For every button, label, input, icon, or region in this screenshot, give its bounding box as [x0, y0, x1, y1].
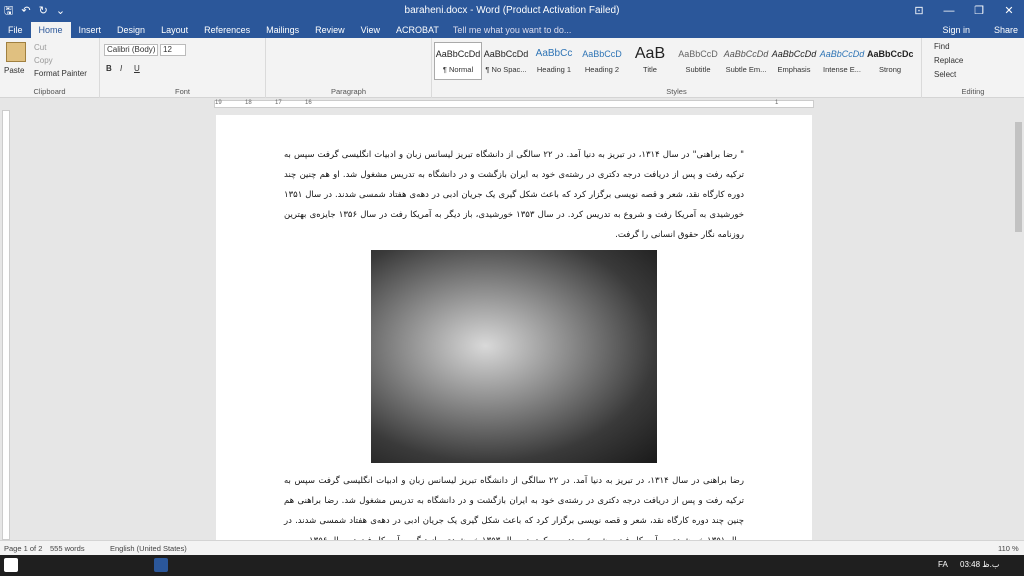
ruler-track: 19 18 17 16 1	[214, 100, 814, 108]
underline-button[interactable]: U	[134, 64, 140, 73]
style-no-spacing[interactable]: AaBbCcDd ¶ No Spac...	[482, 42, 530, 80]
document-page[interactable]: " رضا براهنی" در سال ۱۳۱۴، در تبریز به د…	[216, 115, 812, 540]
font-group: Calibri (Body) 12 B I U Font	[100, 38, 266, 98]
bold-button[interactable]: B	[106, 64, 112, 73]
word-taskbar-icon[interactable]	[154, 558, 168, 572]
vertical-scrollbar[interactable]	[1012, 110, 1024, 540]
ruler-tick: 19	[215, 100, 222, 106]
clipboard-label: Clipboard	[33, 87, 66, 96]
tab-home[interactable]: Home	[30, 22, 71, 38]
tab-file[interactable]: File	[0, 22, 31, 38]
share-button[interactable]: Share	[994, 22, 1018, 38]
font-label: Font	[174, 87, 190, 96]
window-controls: ⊡ — ❐ ✕	[904, 0, 1024, 22]
paste-button[interactable]: Paste	[4, 66, 24, 75]
find-button[interactable]: Find	[934, 42, 950, 51]
tab-layout[interactable]: Layout	[153, 22, 196, 38]
font-size-box[interactable]: 12	[160, 44, 186, 56]
tab-acrobat[interactable]: ACROBAT	[388, 22, 447, 38]
zoom-level[interactable]: 110 %	[998, 544, 1019, 553]
styles-label: Styles	[666, 87, 687, 96]
style-heading-2[interactable]: AaBbCcD Heading 2	[578, 42, 626, 80]
style-title[interactable]: AaB Title	[626, 42, 674, 80]
language-indicator[interactable]: English (United States)	[110, 544, 187, 553]
tab-insert[interactable]: Insert	[71, 22, 110, 38]
scrollbar-thumb[interactable]	[1015, 122, 1022, 232]
author-photo[interactable]	[371, 250, 657, 463]
cut-button[interactable]: Cut	[34, 43, 46, 52]
ribbon-display-options-icon[interactable]: ⊡	[904, 0, 934, 22]
status-bar: Page 1 of 2 555 words English (United St…	[0, 540, 1024, 555]
ruler-tick: 1	[775, 100, 779, 106]
font-name-box[interactable]: Calibri (Body)	[104, 44, 158, 56]
vertical-ruler[interactable]	[0, 110, 12, 540]
input-language[interactable]: FA	[938, 560, 948, 569]
select-button[interactable]: Select	[934, 70, 956, 79]
clipboard-group: Paste Cut Copy Format Painter Clipboard	[0, 38, 100, 98]
tab-mailings[interactable]: Mailings	[258, 22, 307, 38]
paragraph-label: Paragraph	[330, 87, 367, 96]
paragraph-2[interactable]: رضا براهنی در سال ۱۳۱۴، در تبریز به دنیا…	[284, 471, 744, 540]
paste-icon[interactable]	[6, 42, 26, 62]
italic-button[interactable]: I	[120, 64, 122, 73]
replace-button[interactable]: Replace	[934, 56, 963, 65]
word-count[interactable]: 555 words	[50, 544, 85, 553]
style-subtitle[interactable]: AaBbCcD Subtitle	[674, 42, 722, 80]
ribbon: Paste Cut Copy Format Painter Clipboard …	[0, 38, 1024, 98]
ruler-tick: 16	[305, 100, 312, 106]
restore-icon[interactable]: ❐	[964, 0, 994, 22]
ribbon-tabs: File Home Insert Design Layout Reference…	[0, 22, 1024, 38]
format-painter-button[interactable]: Format Painter	[34, 69, 87, 78]
editing-group: Find Replace Select Editing	[922, 38, 1024, 98]
page-count[interactable]: Page 1 of 2	[4, 544, 42, 553]
paragraph-1[interactable]: " رضا براهنی" در سال ۱۳۱۴، در تبریز به د…	[284, 145, 744, 245]
tab-references[interactable]: References	[196, 22, 258, 38]
style-emphasis[interactable]: AaBbCcDd Emphasis	[770, 42, 818, 80]
tab-view[interactable]: View	[353, 22, 388, 38]
style-intense-emphasis[interactable]: AaBbCcDd Intense E...	[818, 42, 866, 80]
styles-group: AaBbCcDd ¶ Normal AaBbCcDd ¶ No Spac... Aa…	[432, 38, 922, 98]
minimize-icon[interactable]: —	[934, 0, 964, 22]
window-title: baraheni.docx - Word (Product Activation…	[404, 5, 620, 16]
style-heading-1[interactable]: AaBbCc Heading 1	[530, 42, 578, 80]
paragraph-group: Paragraph	[266, 38, 432, 98]
horizontal-ruler[interactable]: 19 18 17 16 1	[0, 98, 1024, 110]
tab-review[interactable]: Review	[307, 22, 353, 38]
ruler-tick: 17	[275, 100, 282, 106]
tell-me-search[interactable]: Tell me what you want to do...	[447, 22, 572, 38]
taskbar: FA 03:48 ب.ظ	[0, 555, 1024, 576]
document-area[interactable]: " رضا براهنی" در سال ۱۳۱۴، در تبریز به د…	[12, 110, 1012, 540]
copy-button[interactable]: Copy	[34, 56, 53, 65]
style-subtle-emphasis[interactable]: AaBbCcDd Subtle Em...	[722, 42, 770, 80]
ruler-tick: 18	[245, 100, 252, 106]
editing-label: Editing	[961, 87, 985, 96]
clock[interactable]: 03:48 ب.ظ	[960, 560, 999, 569]
style-strong[interactable]: AaBbCcDc Strong	[866, 42, 914, 80]
title-bar: 🖫 ↶ ↻ ⌄ baraheni.docx - Word (Product Ac…	[0, 0, 1024, 22]
style-normal[interactable]: AaBbCcDd ¶ Normal	[434, 42, 482, 80]
tab-design[interactable]: Design	[109, 22, 153, 38]
start-icon[interactable]	[4, 558, 18, 572]
close-icon[interactable]: ✕	[994, 0, 1024, 22]
sign-in-link[interactable]: Sign in	[942, 22, 970, 38]
